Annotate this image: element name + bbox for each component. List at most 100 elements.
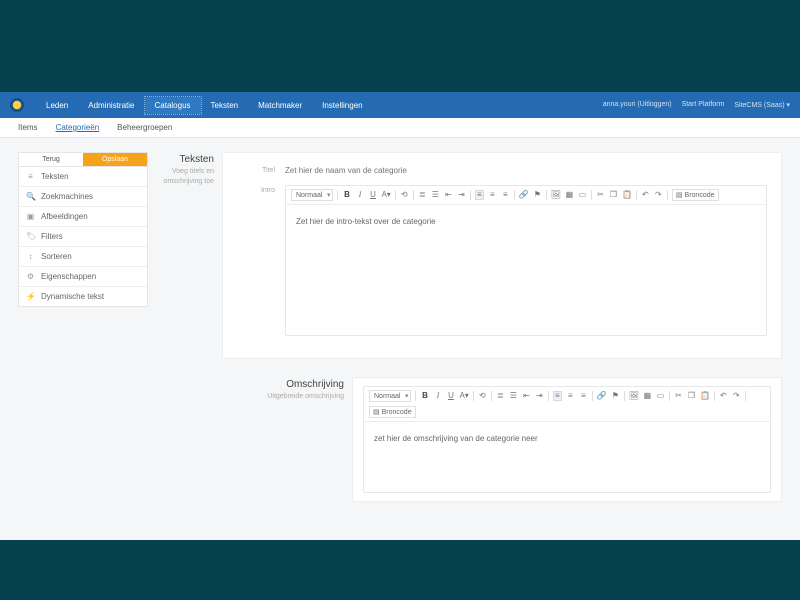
ol-button[interactable]: ≣ — [418, 191, 427, 199]
underline-button[interactable]: U — [368, 191, 377, 199]
gear-icon: ⚙ — [26, 272, 35, 281]
sidebar-item-label: Dynamische tekst — [41, 292, 104, 301]
format-select-2[interactable]: Normaal — [369, 390, 411, 402]
main-nav: Leden Administratie Catalogus Teksten Ma… — [36, 97, 373, 114]
search-icon: 🔍 — [26, 192, 35, 201]
paste-button-2[interactable]: 📋 — [700, 392, 710, 400]
indent-button-2[interactable]: ⇥ — [535, 392, 544, 400]
flag-button[interactable]: ⚑ — [533, 191, 542, 199]
tag-icon: 🏷 — [26, 232, 35, 241]
table-button-2[interactable]: ▦ — [643, 392, 652, 400]
bold-button[interactable]: B — [342, 191, 351, 199]
source-button[interactable]: ▤Broncode — [672, 189, 719, 201]
nav-matchmaker[interactable]: Matchmaker — [248, 97, 312, 114]
brand-link[interactable]: SiteCMS (Saas) ▾ — [734, 101, 790, 109]
link-button-2[interactable]: 🔗 — [597, 392, 607, 400]
source-button-2[interactable]: ▤Broncode — [369, 406, 416, 418]
sidebar: Terug Opslaan ≡Teksten 🔍Zoekmachines ▣Af… — [18, 152, 148, 502]
italic-button[interactable]: I — [355, 191, 364, 199]
aligncenter-button[interactable]: ≡ — [488, 191, 497, 199]
clear-button[interactable]: ⟲ — [400, 191, 409, 199]
outdent-button[interactable]: ⇤ — [444, 191, 453, 199]
app-logo — [10, 98, 24, 112]
code-icon: ▤ — [676, 192, 683, 199]
ol-button-2[interactable]: ≣ — [496, 392, 505, 400]
paste-button[interactable]: 📋 — [622, 191, 632, 199]
save-button[interactable]: Opslaan — [83, 153, 147, 166]
ul-button-2[interactable]: ☰ — [509, 392, 518, 400]
intro-toolbar: Normaal B I U A▾ ⟲ — [286, 186, 766, 205]
undo-button-2[interactable]: ↶ — [719, 392, 728, 400]
subnav-items[interactable]: Items — [18, 123, 38, 132]
code-icon: ▤ — [373, 409, 380, 416]
flag-button-2[interactable]: ⚑ — [611, 392, 620, 400]
ul-button[interactable]: ☰ — [431, 191, 440, 199]
platform-link[interactable]: Start Platform — [682, 101, 725, 109]
nav-teksten[interactable]: Teksten — [201, 97, 249, 114]
media-button-2[interactable]: ▭ — [656, 392, 665, 400]
redo-button[interactable]: ↷ — [654, 191, 663, 199]
fontcolor-button-2[interactable]: A▾ — [459, 392, 468, 400]
nav-administratie[interactable]: Administratie — [78, 97, 144, 114]
section-teksten-sub: Voeg titels en omschrijving toe — [163, 168, 214, 185]
title-input[interactable] — [285, 166, 767, 175]
nav-leden[interactable]: Leden — [36, 97, 78, 114]
sidebar-item-label: Filters — [41, 232, 63, 241]
omschr-editor: Normaal B I U A▾ ⟲ ≣ ☰ — [363, 386, 771, 493]
table-button[interactable]: ▦ — [565, 191, 574, 199]
copy-button-2[interactable]: ❐ — [687, 392, 696, 400]
primary-nav: Leden Administratie Catalogus Teksten Ma… — [0, 92, 800, 118]
omschr-toolbar: Normaal B I U A▾ ⟲ ≣ ☰ — [364, 387, 770, 422]
alignright-button[interactable]: ≡ — [501, 191, 510, 199]
sidebar-item-label: Sorteren — [41, 252, 72, 261]
image-button-2[interactable]: 🖼 — [629, 392, 639, 400]
copy-button[interactable]: ❐ — [609, 191, 618, 199]
indent-button[interactable]: ⇥ — [457, 191, 466, 199]
alignright-button-2[interactable]: ≡ — [579, 392, 588, 400]
side-teksten[interactable]: ≡Teksten — [19, 167, 147, 186]
label-intro: Intro — [237, 185, 285, 194]
redo-button-2[interactable]: ↷ — [732, 392, 741, 400]
undo-button[interactable]: ↶ — [641, 191, 650, 199]
cut-button-2[interactable]: ✂ — [674, 392, 683, 400]
fontcolor-button[interactable]: A▾ — [381, 191, 390, 199]
format-select[interactable]: Normaal — [291, 189, 333, 201]
media-button[interactable]: ▭ — [578, 191, 587, 199]
side-afbeeldingen[interactable]: ▣Afbeeldingen — [19, 206, 147, 226]
subnav-categorieen[interactable]: Categorieën — [56, 123, 100, 132]
intro-body[interactable]: Zet hier de intro-tekst over de categori… — [286, 205, 766, 335]
intro-editor: Normaal B I U A▾ ⟲ — [285, 185, 767, 336]
alignleft-button[interactable]: ≡ — [475, 190, 484, 200]
nav-catalogus[interactable]: Catalogus — [145, 97, 201, 114]
section-teksten-title: Teksten — [162, 154, 214, 165]
link-button[interactable]: 🔗 — [519, 191, 529, 199]
aligncenter-button-2[interactable]: ≡ — [566, 392, 575, 400]
bold-button-2[interactable]: B — [420, 392, 429, 400]
back-button[interactable]: Terug — [19, 153, 83, 166]
side-sorteren[interactable]: ↕ Sorteren — [19, 246, 147, 266]
side-zoek[interactable]: 🔍Zoekmachines — [19, 186, 147, 206]
sort-icon: ↕ — [26, 252, 35, 261]
image-button[interactable]: 🖼 — [551, 191, 561, 199]
outdent-button-2[interactable]: ⇤ — [522, 392, 531, 400]
alignleft-button-2[interactable]: ≡ — [553, 391, 562, 401]
side-filters[interactable]: 🏷 Filters — [19, 226, 147, 246]
topbar-right: anna.youri (Uitloggen) Start Platform Si… — [603, 101, 790, 109]
cut-button[interactable]: ✂ — [596, 191, 605, 199]
source-label: Broncode — [382, 409, 412, 416]
sub-nav: Items Categorieën Beheergroepen — [0, 118, 800, 138]
underline-button-2[interactable]: U — [446, 392, 455, 400]
sidebar-item-label: Teksten — [41, 172, 69, 181]
source-label: Broncode — [685, 192, 715, 199]
label-titel: Titel — [237, 165, 285, 174]
side-dyn[interactable]: ⚡Dynamische tekst — [19, 286, 147, 306]
subnav-beheergroepen[interactable]: Beheergroepen — [117, 123, 172, 132]
sidebar-item-label: Afbeeldingen — [41, 212, 88, 221]
italic-button-2[interactable]: I — [433, 392, 442, 400]
section-omschr-sub: Uitgebreide omschrijving — [267, 393, 344, 400]
clear-button-2[interactable]: ⟲ — [478, 392, 487, 400]
user-link[interactable]: anna.youri (Uitloggen) — [603, 101, 672, 109]
nav-instellingen[interactable]: Instellingen — [312, 97, 372, 114]
omschr-body[interactable]: zet hier de omschrijving van de categori… — [364, 422, 770, 492]
side-eigenschappen[interactable]: ⚙Eigenschappen — [19, 266, 147, 286]
